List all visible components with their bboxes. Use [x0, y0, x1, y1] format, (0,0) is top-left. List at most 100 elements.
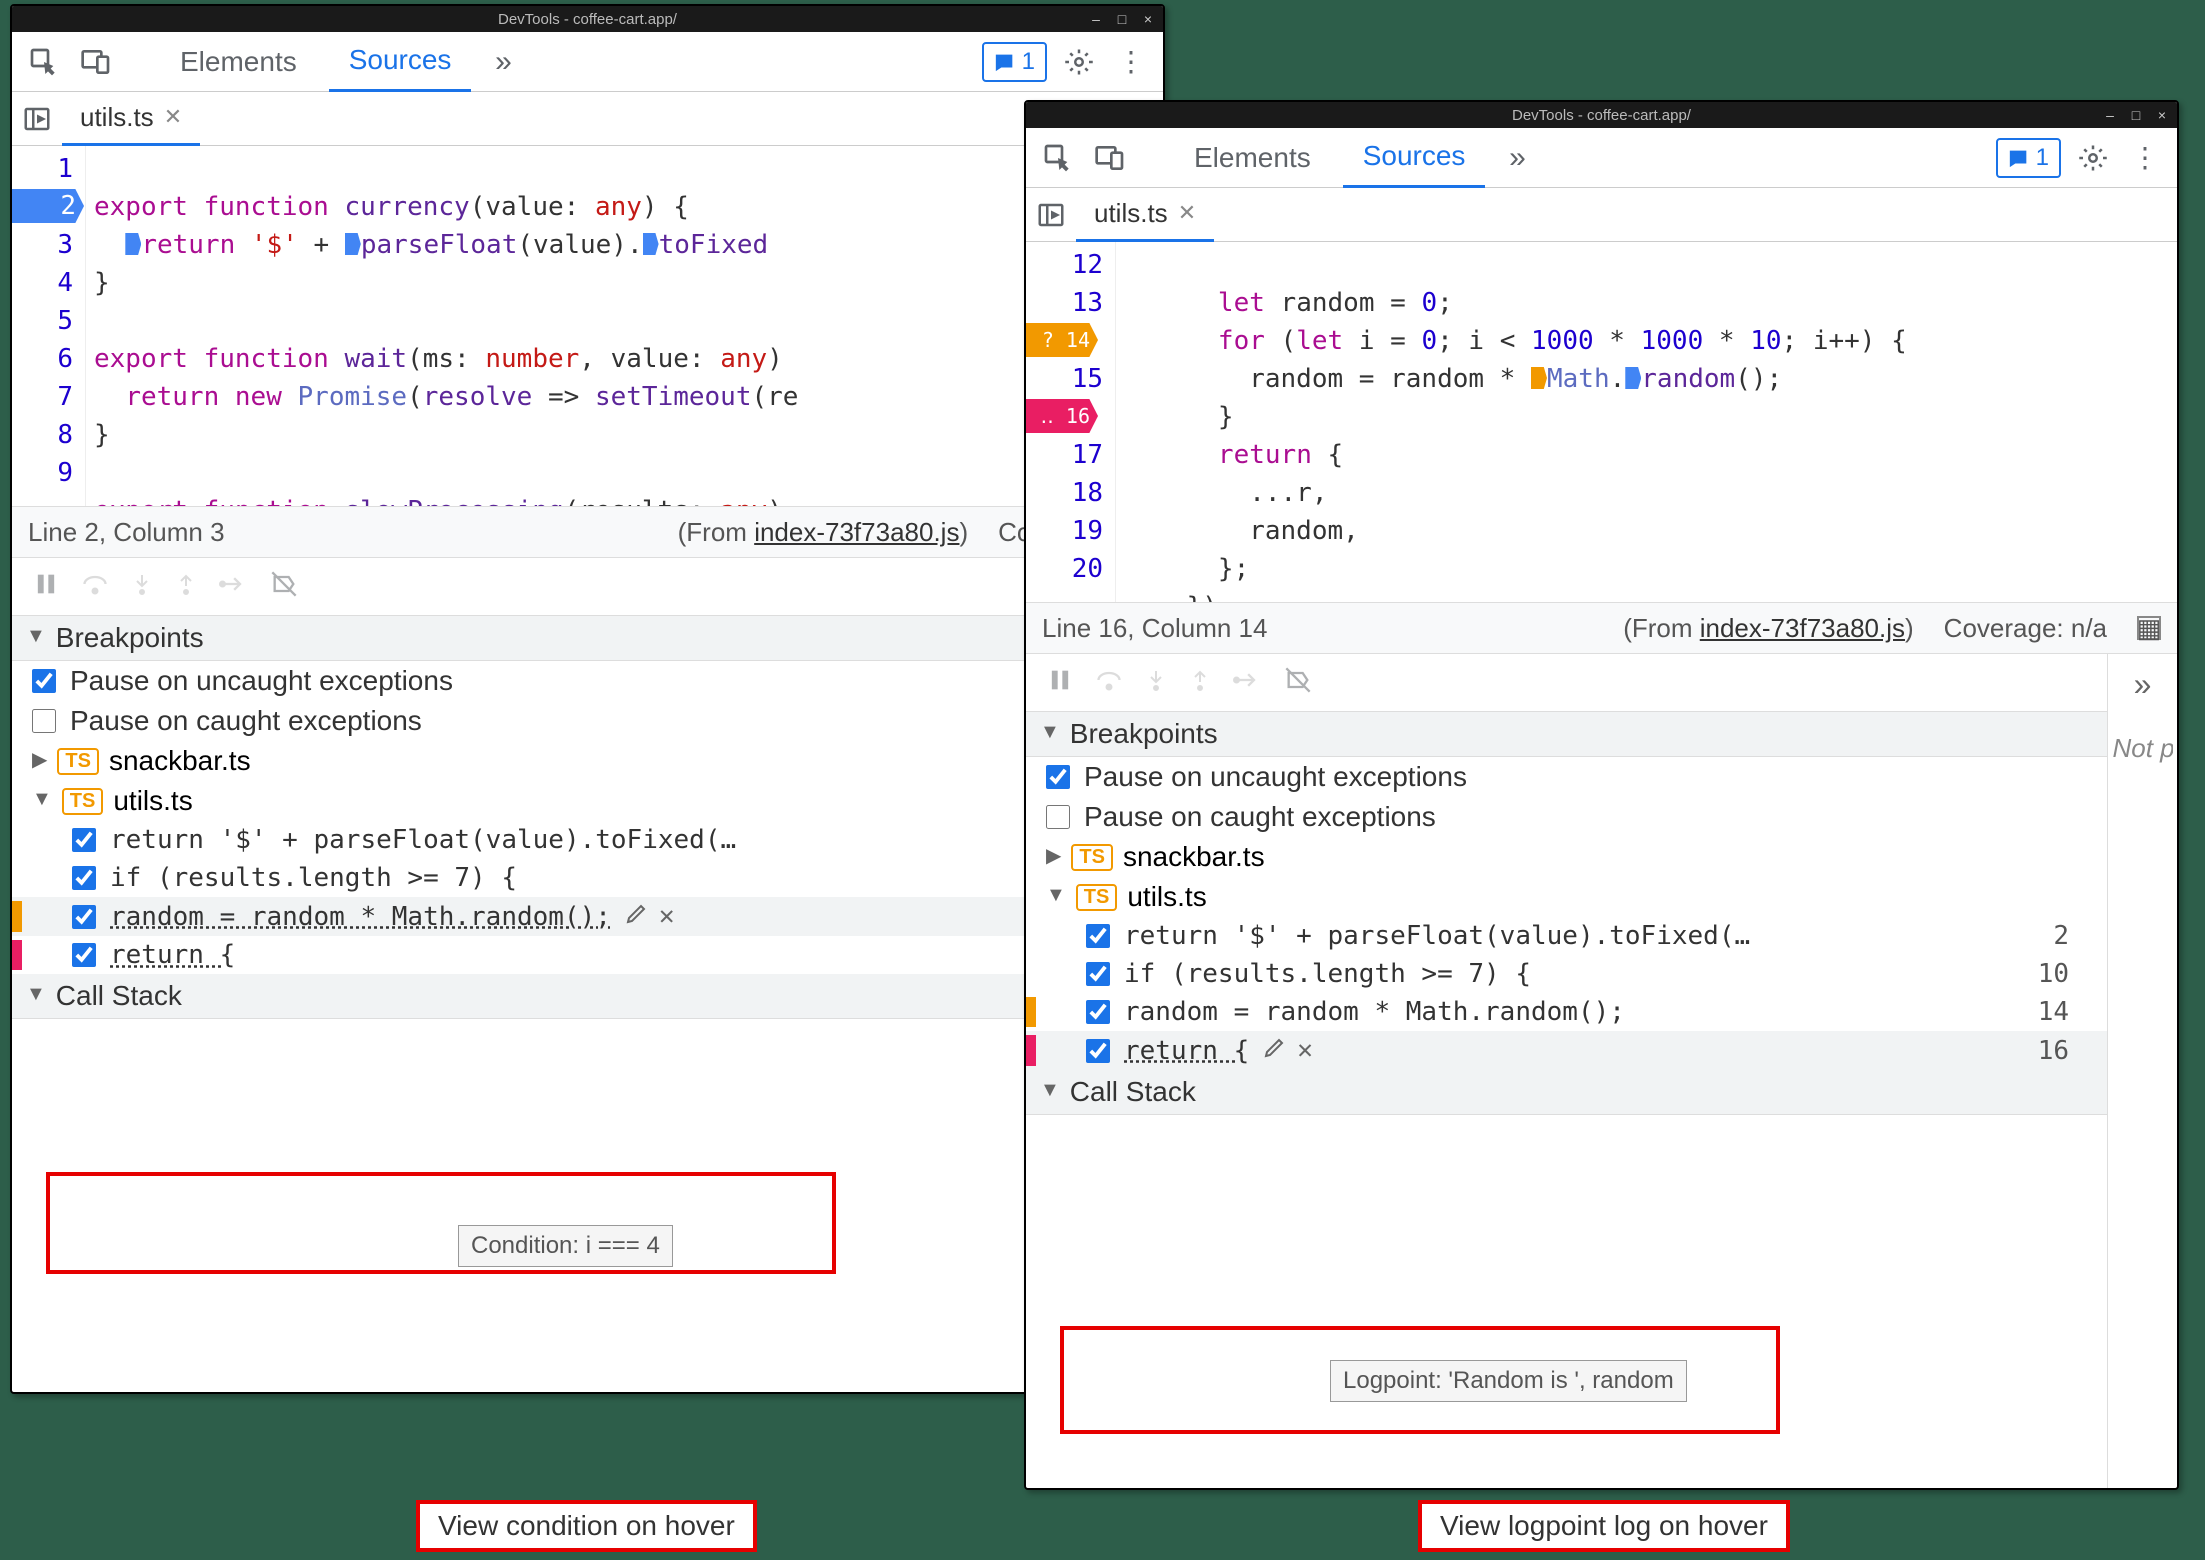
bp-checkbox[interactable] [72, 905, 96, 929]
maximize-icon[interactable]: □ [1112, 11, 1132, 27]
linenum[interactable]: 5 [57, 306, 73, 336]
step-out-icon[interactable] [1188, 666, 1212, 699]
linenum[interactable]: 4 [57, 268, 73, 298]
bp-checkbox[interactable] [72, 943, 96, 967]
more-tabs-icon[interactable]: » [483, 42, 523, 82]
titlebar[interactable]: DevTools - coffee-cart.app/ – □ × [12, 6, 1163, 32]
pause-uncaught-row[interactable]: Pause on uncaught exceptions [12, 661, 1163, 701]
linenum[interactable]: 19 [1072, 516, 1103, 546]
linenum[interactable]: 1 [57, 154, 73, 184]
bp-checkbox[interactable] [72, 828, 96, 852]
breakpoint-row[interactable]: return { 16 [12, 936, 1163, 974]
file-tab-utils[interactable]: utils.ts ✕ [1076, 188, 1214, 242]
settings-icon[interactable] [1059, 42, 1099, 82]
source-map-link[interactable]: index-73f73a80.js [1700, 613, 1905, 643]
bp-checkbox[interactable] [1086, 1039, 1110, 1063]
breakpoint-row[interactable]: if (results.length >= 7) { 10 [1026, 955, 2107, 993]
file-group-snackbar[interactable]: TS snackbar.ts [1026, 837, 2107, 877]
step-out-icon[interactable] [174, 570, 198, 603]
pause-caught-row[interactable]: Pause on caught exceptions [12, 701, 1163, 741]
callstack-section[interactable]: Call Stack [12, 974, 1163, 1019]
linenum[interactable]: 6 [57, 344, 73, 374]
linenum[interactable]: 12 [1072, 250, 1103, 280]
edit-icon[interactable] [625, 901, 649, 932]
delete-icon[interactable]: ✕ [1297, 1035, 1313, 1066]
close-tab-icon[interactable]: ✕ [164, 104, 182, 130]
kebab-icon[interactable]: ⋮ [1111, 42, 1151, 82]
pause-uncaught-checkbox[interactable] [1046, 765, 1070, 789]
maximize-icon[interactable]: □ [2126, 107, 2146, 123]
bp-checkbox[interactable] [72, 866, 96, 890]
minimize-icon[interactable]: – [1086, 11, 1106, 27]
close-icon[interactable]: × [1138, 11, 1158, 27]
file-group-snackbar[interactable]: TS snackbar.ts [12, 741, 1163, 781]
step-icon[interactable] [218, 570, 248, 603]
code-editor[interactable]: 12 13 ? 14 15 ‥ 16 17 18 19 20 let rando… [1026, 242, 2177, 602]
file-group-utils[interactable]: TS utils.ts [1026, 877, 2107, 917]
pause-caught-checkbox[interactable] [1046, 805, 1070, 829]
bp-checkbox[interactable] [1086, 924, 1110, 948]
pause-caught-row[interactable]: Pause on caught exceptions [1026, 797, 2107, 837]
step-over-icon[interactable] [80, 570, 110, 603]
breakpoint-row-hovered[interactable]: return { ✕ 16 [1026, 1031, 2107, 1070]
tab-sources[interactable]: Sources [329, 32, 472, 92]
gutter[interactable]: 12 13 ? 14 15 ‥ 16 17 18 19 20 [1026, 242, 1116, 602]
pause-uncaught-row[interactable]: Pause on uncaught exceptions [1026, 757, 2107, 797]
linenum[interactable]: 7 [57, 382, 73, 412]
close-tab-icon[interactable]: ✕ [1178, 200, 1196, 226]
deactivate-bp-icon[interactable] [268, 570, 300, 603]
gutter[interactable]: 1 2 3 4 5 6 7 8 9 [12, 146, 86, 506]
code-content[interactable]: export function currency(value: any) { r… [86, 146, 806, 506]
pause-icon[interactable] [1046, 666, 1074, 699]
device-icon[interactable] [76, 42, 116, 82]
breakpoint-row[interactable]: return '$' + parseFloat(value).toFixed(…… [1026, 917, 2107, 955]
tab-elements[interactable]: Elements [160, 32, 317, 92]
minimize-icon[interactable]: – [2100, 107, 2120, 123]
kebab-icon[interactable]: ⋮ [2125, 138, 2165, 178]
linenum[interactable]: 3 [57, 230, 73, 260]
pause-icon[interactable] [32, 570, 60, 603]
edit-icon[interactable] [1263, 1035, 1287, 1066]
issues-badge[interactable]: 1 [1996, 138, 2061, 178]
linenum[interactable]: 18 [1072, 478, 1103, 508]
delete-icon[interactable]: ✕ [659, 901, 675, 932]
inspect-icon[interactable] [1038, 138, 1078, 178]
breakpoint-flag[interactable]: 2 [12, 189, 84, 223]
breakpoints-section[interactable]: Breakpoints [12, 616, 1163, 661]
step-into-icon[interactable] [1144, 666, 1168, 699]
step-over-icon[interactable] [1094, 666, 1124, 699]
pause-caught-checkbox[interactable] [32, 709, 56, 733]
source-map-link[interactable]: index-73f73a80.js [754, 517, 959, 547]
linenum[interactable]: 13 [1072, 288, 1103, 318]
linenum[interactable]: 17 [1072, 440, 1103, 470]
show-navigator-icon[interactable] [1026, 200, 1076, 230]
issues-badge[interactable]: 1 [982, 42, 1047, 82]
breakpoint-row[interactable]: if (results.length >= 7) { 10 [12, 859, 1163, 897]
code-content[interactable]: let random = 0; for (let i = 0; i < 1000… [1116, 242, 1915, 602]
device-icon[interactable] [1090, 138, 1130, 178]
breakpoint-row[interactable]: random = random * Math.random(); 14 [1026, 993, 2107, 1031]
tab-elements[interactable]: Elements [1174, 128, 1331, 188]
step-icon[interactable] [1232, 666, 1262, 699]
linenum[interactable]: 8 [57, 420, 73, 450]
show-navigator-icon[interactable] [12, 104, 62, 134]
breakpoint-row[interactable]: return '$' + parseFloat(value).toFixed(…… [12, 821, 1163, 859]
coverage-icon[interactable]: ▦ [2137, 616, 2161, 640]
linenum[interactable]: 15 [1072, 364, 1103, 394]
settings-icon[interactable] [2073, 138, 2113, 178]
breakpoints-section[interactable]: Breakpoints [1026, 712, 2107, 757]
file-group-utils[interactable]: TS utils.ts [12, 781, 1163, 821]
conditional-bp-flag[interactable]: ? 14 [1026, 323, 1098, 357]
logpoint-flag[interactable]: ‥ 16 [1026, 399, 1098, 433]
tab-sources[interactable]: Sources [1343, 128, 1486, 188]
bp-checkbox[interactable] [1086, 1000, 1110, 1024]
deactivate-bp-icon[interactable] [1282, 666, 1314, 699]
bp-checkbox[interactable] [1086, 962, 1110, 986]
step-into-icon[interactable] [130, 570, 154, 603]
expand-icon[interactable]: » [2134, 666, 2152, 703]
titlebar[interactable]: DevTools - coffee-cart.app/ – □ × [1026, 102, 2177, 128]
callstack-section[interactable]: Call Stack [1026, 1070, 2107, 1115]
pause-uncaught-checkbox[interactable] [32, 669, 56, 693]
linenum[interactable]: 9 [57, 458, 73, 488]
code-editor[interactable]: 1 2 3 4 5 6 7 8 9 export function curren… [12, 146, 1163, 506]
